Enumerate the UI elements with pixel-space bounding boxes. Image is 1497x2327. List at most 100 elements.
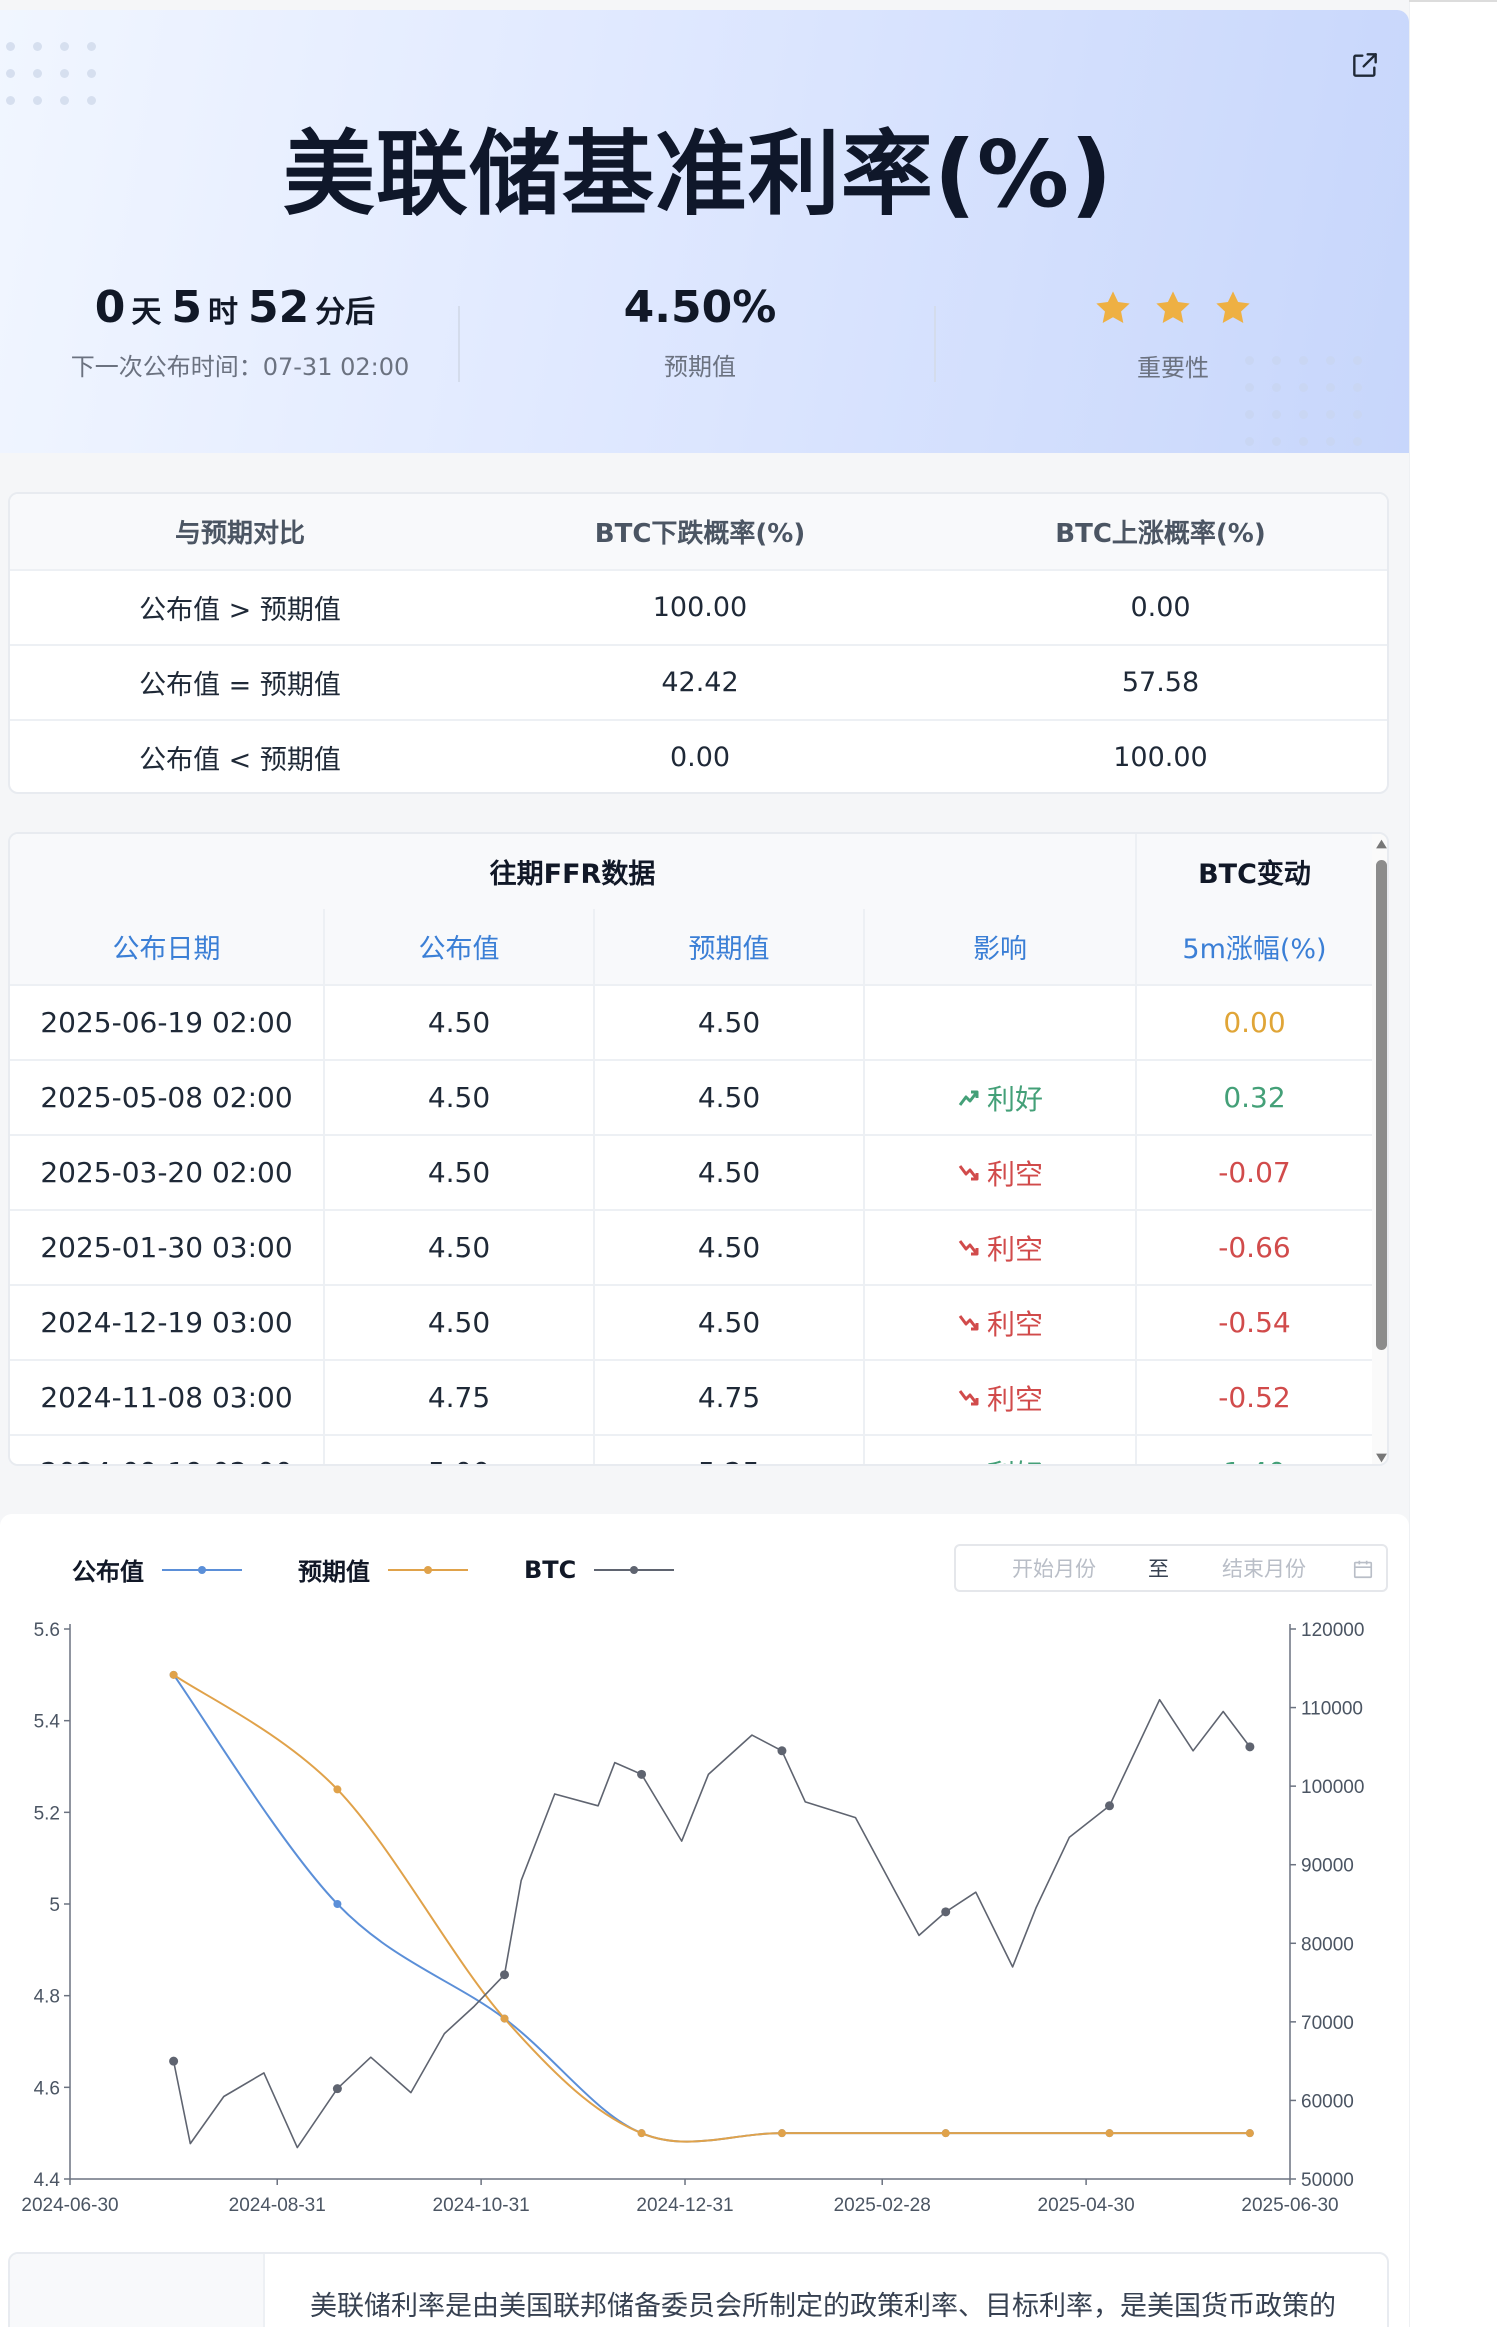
importance-block: 重要性 [973, 282, 1373, 383]
month-range-picker[interactable]: 开始月份 至 结束月份 [954, 1544, 1388, 1592]
forecast-marker [1105, 2129, 1114, 2138]
forecast-marker [637, 2129, 646, 2138]
table-cell: 公布值 > 预期值 [139, 595, 341, 626]
y-left-tick-label: 5.4 [34, 1712, 61, 1733]
y-right-tick-label: 80000 [1301, 1934, 1354, 1955]
rate-btc-chart: 4.4 4.6 4.8 5 5.2 5.4 5.6 50000 60000 70000 80000 9… [0, 1514, 1409, 2327]
btc-group-title: BTC变动 [1198, 859, 1311, 890]
trend-up-icon [958, 1090, 979, 1106]
history-forecast-cell: 4.50 [595, 1286, 865, 1359]
btc-marker [169, 2056, 179, 2066]
forecast-marker [169, 1670, 178, 1679]
table-row: 2025-05-08 02:00 4.50 4.50 利好 0.32 [10, 1059, 1372, 1134]
event-header: 美联储基准利率(%) 0 天 5 时 52 分后 下一次公布时间：07-31 02:00 … [0, 10, 1409, 453]
legend-line-marker [388, 1565, 468, 1574]
impact-label: 利空 [986, 1232, 1043, 1266]
share-icon[interactable] [1349, 49, 1381, 81]
actual-line [172, 1674, 1250, 2143]
scroll-up-arrow-icon[interactable] [1375, 838, 1388, 850]
x-tick-label: 2024-06-30 [21, 2195, 118, 2216]
table-cell: 公布值 = 预期值 [139, 670, 341, 701]
legend-label: BTC [524, 1555, 577, 1584]
table-row: 公布值 = 预期值 42.42 57.58 [10, 644, 1387, 719]
impact-label: 利好 [987, 1453, 1043, 1465]
history-impact-cell: 利空 [865, 1361, 1137, 1434]
decor-dots [6, 42, 96, 105]
description-text: 美联储利率是由美国联邦储备委员会所制定的政策利率、目标利率，是美国货币政策的 [310, 2291, 1336, 2322]
top-divider [1409, 0, 1497, 2]
start-month-input[interactable]: 开始月份 [1012, 1553, 1096, 1583]
history-impact-cell: 利好 [865, 1061, 1137, 1134]
legend-line-marker [594, 1565, 675, 1574]
history-change-cell: 1.40 [1137, 1436, 1372, 1464]
table-cell: 42.42 [661, 667, 739, 698]
btc-marker [777, 1746, 787, 1756]
forecast-block: 4.50% 预期值 [500, 282, 900, 382]
column-header-actual[interactable]: 公布值 [325, 909, 595, 984]
trend-down-icon [958, 1239, 979, 1255]
table-row: 2025-03-20 02:00 4.50 4.50 利空 -0.07 [10, 1134, 1372, 1209]
countdown-minutes: 52 [248, 282, 310, 333]
history-date-cell: 2024-11-08 03:00 [10, 1361, 325, 1434]
x-tick-label: 2024-10-31 [433, 2195, 530, 2216]
importance-stars [973, 282, 1373, 334]
table-row: 2024-09-19 02:005.005.25 利好 1.40 [10, 1434, 1372, 1465]
end-month-input[interactable]: 结束月份 [1222, 1553, 1306, 1583]
countdown-block: 0 天 5 时 52 分后 下一次公布时间：07-31 02:00 [40, 282, 440, 382]
table-cell: 57.58 [1121, 667, 1200, 698]
actual-marker [333, 1900, 342, 1908]
impact-badge: 利空 [957, 1303, 1043, 1343]
table-header-cell: BTC上涨概率(%) [1055, 519, 1266, 549]
history-impact-cell: 利好 [865, 1436, 1137, 1465]
scroll-down-arrow-icon[interactable] [1375, 1452, 1388, 1464]
legend-line-marker [162, 1565, 242, 1574]
table-cell: 100.00 [652, 592, 748, 623]
countdown-minutes-unit: 分后 [315, 295, 376, 330]
y-right-tick-label: 70000 [1301, 2013, 1354, 2034]
trend-down-icon [958, 1389, 979, 1405]
countdown: 0 天 5 时 52 分后 [40, 282, 440, 333]
history-change-cell: -0.54 [1218, 1306, 1291, 1339]
history-change-cell: -0.66 [1218, 1231, 1291, 1264]
forecast-label: 预期值 [664, 353, 736, 381]
impact-label: 利空 [986, 1307, 1043, 1341]
history-change-cell: -0.07 [1218, 1156, 1291, 1189]
table-cell: 100.00 [1113, 742, 1208, 773]
y-right-tick-label: 110000 [1301, 1699, 1363, 1720]
history-date-cell: 2024-12-19 03:00 [10, 1286, 325, 1359]
history-table[interactable]: 往期FFR数据 BTC变动 公布日期 公布值 预期值 影响 5m涨幅(%) 20… [8, 832, 1389, 1466]
chart-legend: 公布值 预期值 BTC [72, 1552, 675, 1587]
stat-divider [934, 306, 936, 382]
next-release-time: 下一次公布时间：07-31 02:00 [70, 353, 410, 381]
history-forecast-cell: 4.50 [595, 1211, 865, 1284]
legend-item-btc[interactable]: BTC [524, 1555, 675, 1584]
calendar-icon[interactable] [1352, 1558, 1374, 1580]
legend-item-forecast[interactable]: 预期值 [298, 1552, 468, 1587]
btc-marker [1245, 1742, 1255, 1752]
column-header-date[interactable]: 公布日期 [10, 909, 325, 984]
y-right-tick-label: 50000 [1301, 2170, 1354, 2191]
column-header-change[interactable]: 5m涨幅(%) [1137, 909, 1372, 984]
history-date-cell: 2025-01-30 03:00 [10, 1211, 325, 1284]
history-change-cell: -0.52 [1218, 1381, 1291, 1414]
btc-marker [941, 1907, 951, 1917]
impact-badge: 利空 [957, 1228, 1043, 1268]
stat-divider [458, 306, 460, 382]
countdown-hours-unit: 时 [208, 295, 238, 330]
scrollbar-thumb[interactable] [1376, 860, 1387, 1350]
forecast-marker [777, 2129, 786, 2138]
page-title: 美联储基准利率(%) [282, 121, 1114, 228]
history-table-scrollbar[interactable] [1372, 834, 1388, 1464]
forecast-value: 4.50% [623, 282, 777, 333]
history-date-cell: 2024-09-19 02:00 [10, 1436, 325, 1464]
column-header-forecast[interactable]: 预期值 [595, 909, 865, 984]
btc-marker [1105, 1801, 1115, 1811]
btc-marker [332, 2084, 342, 2094]
column-header-impact[interactable]: 影响 [865, 909, 1137, 984]
legend-item-actual[interactable]: 公布值 [72, 1552, 242, 1587]
history-actual-cell: 4.75 [325, 1361, 595, 1434]
history-impact-cell: 利空 [865, 1136, 1137, 1209]
history-table-viewport[interactable]: 往期FFR数据 BTC变动 公布日期 公布值 预期值 影响 5m涨幅(%) 20… [10, 834, 1372, 1465]
impact-badge: 利空 [957, 1153, 1043, 1193]
importance-label: 重要性 [1137, 354, 1209, 382]
